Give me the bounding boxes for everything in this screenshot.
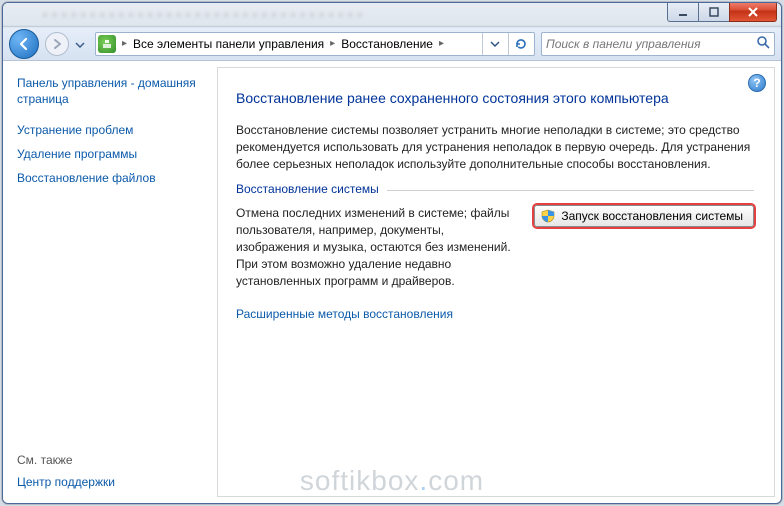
restore-description: Отмена последних изменений в системе; фа… <box>236 205 514 289</box>
nav-history-dropdown[interactable] <box>75 37 89 51</box>
control-panel-window: • • • • • • • • • • • • • • • • • • • • … <box>2 2 782 504</box>
minimize-button[interactable] <box>667 2 699 22</box>
sidebar-link-uninstall[interactable]: Удаление программы <box>17 147 203 161</box>
main-panel: ? Восстановление ранее сохраненного сост… <box>217 67 775 497</box>
breadcrumb-sep-icon: ▸ <box>326 38 339 49</box>
nav-back-button[interactable] <box>9 29 39 59</box>
group-label: Восстановление системы <box>236 182 387 196</box>
breadcrumb-sep-icon: ▸ <box>435 38 448 49</box>
arrow-left-icon <box>17 37 31 51</box>
address-dropdown-button[interactable] <box>482 33 506 55</box>
arrow-right-icon <box>52 39 62 49</box>
sidebar: Панель управления - домашняя страница Ус… <box>3 61 217 503</box>
maximize-icon <box>709 7 719 17</box>
control-panel-icon <box>98 35 116 53</box>
maximize-button[interactable] <box>698 2 730 22</box>
page-heading: Восстановление ранее сохраненного состоя… <box>236 90 754 106</box>
chevron-down-icon <box>75 42 85 48</box>
help-button[interactable]: ? <box>748 74 766 92</box>
breadcrumb-recovery[interactable]: Восстановление <box>341 37 433 51</box>
open-system-restore-button[interactable]: Запуск восстановления системы <box>534 205 754 227</box>
content-body: Панель управления - домашняя страница Ус… <box>3 61 781 503</box>
search-placeholder: Поиск в панели управления <box>546 37 701 51</box>
sidebar-home-link[interactable]: Панель управления - домашняя страница <box>17 75 203 107</box>
refresh-icon <box>514 37 528 51</box>
background-window-blur: • • • • • • • • • • • • • • • • • • • • … <box>3 3 781 27</box>
breadcrumb-all-items[interactable]: Все элементы панели управления <box>133 37 324 51</box>
minimize-icon <box>678 7 688 17</box>
uac-shield-icon <box>541 209 555 223</box>
sidebar-footer: См. также Центр поддержки <box>17 453 115 489</box>
sidebar-link-file-recovery[interactable]: Восстановление файлов <box>17 171 203 185</box>
see-also-label: См. также <box>17 453 115 467</box>
search-icon <box>756 35 770 52</box>
search-input[interactable]: Поиск в панели управления <box>541 32 775 56</box>
nav-forward-button[interactable] <box>45 32 69 56</box>
blurred-text: • • • • • • • • • • • • • • • • • • • • … <box>43 8 363 22</box>
cp-glyph-icon <box>102 39 112 49</box>
intro-text: Восстановление системы позволяет устрани… <box>236 122 754 172</box>
close-button[interactable] <box>729 2 777 22</box>
advanced-recovery-link[interactable]: Расширенные методы восстановления <box>236 307 453 321</box>
sidebar-link-action-center[interactable]: Центр поддержки <box>17 475 115 489</box>
sidebar-link-troubleshoot[interactable]: Устранение проблем <box>17 123 203 137</box>
system-restore-group: Восстановление системы Отмена последних … <box>236 190 754 321</box>
chevron-down-icon <box>490 41 500 47</box>
window-buttons <box>668 2 777 22</box>
refresh-button[interactable] <box>508 33 532 55</box>
breadcrumb-sep-icon: ▸ <box>118 38 131 49</box>
window-titlebar: • • • • • • • • • • • • • • • • • • • • … <box>3 3 781 27</box>
restore-button-label: Запуск восстановления системы <box>561 209 743 223</box>
breadcrumb-bar[interactable]: ▸ Все элементы панели управления ▸ Восст… <box>95 32 535 56</box>
address-bar: ▸ Все элементы панели управления ▸ Восст… <box>3 27 781 61</box>
close-icon <box>747 6 759 18</box>
